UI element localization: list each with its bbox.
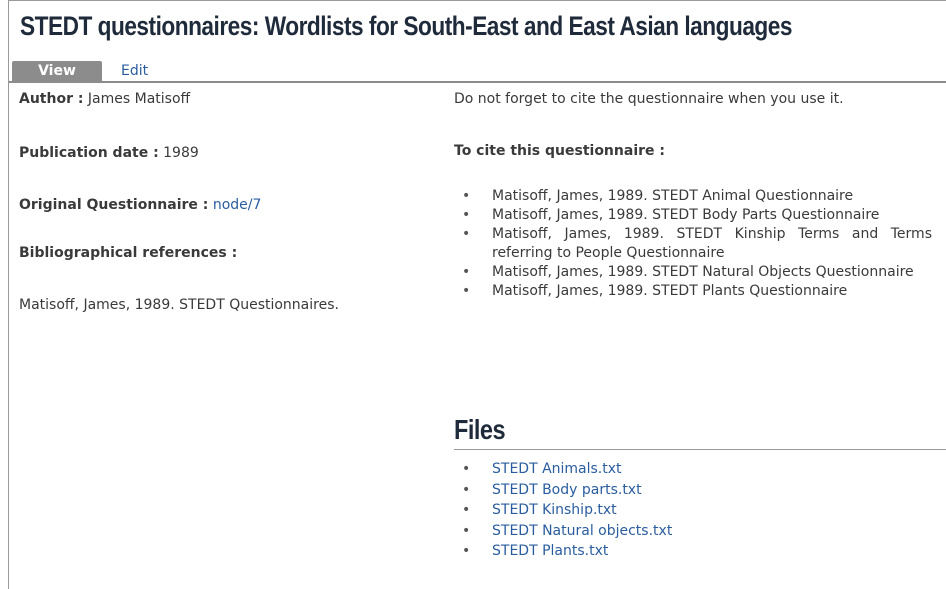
citation-item: Matisoff, James, 1989. STEDT Animal Ques… <box>454 187 932 206</box>
citation-item: Matisoff, James, 1989. STEDT Natural Obj… <box>454 263 932 282</box>
bibliographical-reference-text: Matisoff, James, 1989. STEDT Questionnai… <box>19 297 339 313</box>
file-link-kinship[interactable]: STEDT Kinship.txt <box>492 502 617 518</box>
publication-date-label: Publication date : <box>19 145 159 161</box>
files-heading: Files <box>454 411 946 450</box>
citation-item: Matisoff, James, 1989. STEDT Kinship Ter… <box>454 225 932 263</box>
publication-date-field: Publication date : 1989 <box>19 145 199 161</box>
file-item: STEDT Natural objects.txt <box>454 521 672 542</box>
citation-item: Matisoff, James, 1989. STEDT Plants Ques… <box>454 282 932 301</box>
author-label: Author : <box>19 91 84 107</box>
citation-list: Matisoff, James, 1989. STEDT Animal Ques… <box>454 187 932 301</box>
author-value: James Matisoff <box>87 91 191 107</box>
author-field: Author : James Matisoff <box>19 91 190 107</box>
file-item: STEDT Body parts.txt <box>454 480 672 501</box>
tab-view[interactable]: View <box>12 61 102 81</box>
cite-heading: To cite this questionnaire : <box>454 143 665 159</box>
tab-divider <box>9 81 946 83</box>
file-link-animals[interactable]: STEDT Animals.txt <box>492 461 622 477</box>
file-item: STEDT Kinship.txt <box>454 500 672 521</box>
file-link-natural-objects[interactable]: STEDT Natural objects.txt <box>492 523 672 539</box>
page-title: STEDT questionnaires: Wordlists for Sout… <box>20 11 793 41</box>
file-item: STEDT Animals.txt <box>454 459 672 480</box>
content-frame: STEDT questionnaires: Wordlists for Sout… <box>8 0 946 589</box>
original-questionnaire-label: Original Questionnaire : <box>19 197 209 213</box>
file-link-body-parts[interactable]: STEDT Body parts.txt <box>492 482 642 498</box>
bibliographical-references-label: Bibliographical references : <box>19 245 238 261</box>
bibliographical-references-value: Matisoff, James, 1989. STEDT Questionnai… <box>19 297 339 313</box>
tabs: View Edit <box>9 59 946 83</box>
file-item: STEDT Plants.txt <box>454 541 672 562</box>
bibliographical-references-field: Bibliographical references : <box>19 245 237 261</box>
file-list: STEDT Animals.txt STEDT Body parts.txt S… <box>454 459 672 562</box>
original-questionnaire-field: Original Questionnaire : node/7 <box>19 197 261 213</box>
files-heading-text: Files <box>454 414 506 445</box>
cite-reminder: Do not forget to cite the questionnaire … <box>454 91 844 107</box>
tab-edit[interactable]: Edit <box>121 61 148 81</box>
citation-item: Matisoff, James, 1989. STEDT Body Parts … <box>454 206 932 225</box>
file-link-plants[interactable]: STEDT Plants.txt <box>492 543 608 559</box>
original-questionnaire-link[interactable]: node/7 <box>213 197 262 213</box>
publication-date-value: 1989 <box>163 145 199 161</box>
